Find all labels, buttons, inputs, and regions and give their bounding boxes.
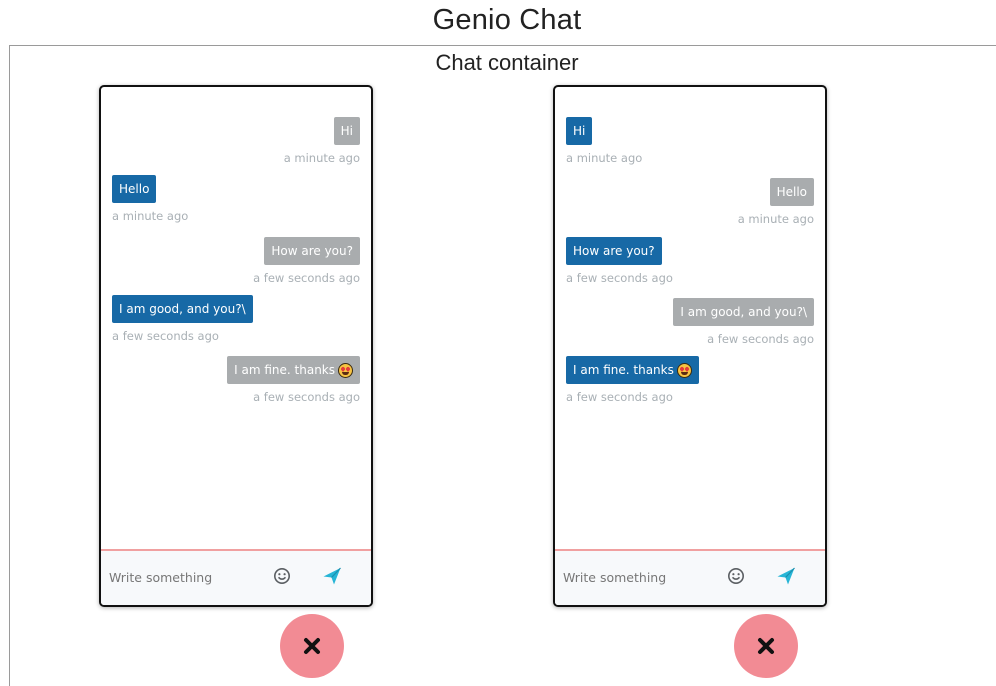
smile-icon[interactable]	[273, 567, 291, 585]
page-title: Genio Chat	[432, 4, 582, 36]
message-input[interactable]	[561, 565, 715, 589]
heart-eyes-emoji-icon	[676, 363, 692, 378]
message-bubble: Hello	[769, 178, 814, 206]
send-icon[interactable]	[776, 566, 796, 586]
message-item: I am fine. thanks a few seconds ago	[566, 356, 814, 404]
message-time: a minute ago	[566, 151, 643, 165]
container-title: Chat container	[435, 50, 579, 75]
message-bubble: How are you?	[264, 237, 360, 265]
message-bubble: I am fine. thanks	[227, 356, 360, 384]
message-time: a few seconds ago	[566, 271, 673, 285]
message-list[interactable]: Hi a minute ago Hello a minute ago How a…	[101, 87, 371, 550]
message-item: I am fine. thanks a few seconds ago	[112, 356, 360, 404]
message-time: a few seconds ago	[707, 332, 814, 346]
message-bubble: I am good, and you?\	[673, 298, 814, 326]
message-item: How are you? a few seconds ago	[112, 237, 360, 285]
message-time: a minute ago	[737, 212, 814, 226]
chat-window-right: Hi a minute ago Hello a minute ago How a…	[553, 85, 827, 607]
message-item: Hi a minute ago	[112, 117, 360, 165]
message-item: Hello a minute ago	[112, 175, 360, 223]
message-time: a few seconds ago	[253, 271, 360, 285]
message-time: a minute ago	[283, 151, 360, 165]
chat-window-left: Hi a minute ago Hello a minute ago How a…	[99, 85, 373, 607]
message-list[interactable]: Hi a minute ago Hello a minute ago How a…	[555, 87, 825, 550]
close-icon	[304, 638, 320, 654]
close-icon	[758, 638, 774, 654]
message-time: a minute ago	[112, 209, 189, 223]
message-item: Hi a minute ago	[566, 117, 814, 165]
message-composer	[101, 549, 371, 605]
message-bubble: Hello	[112, 175, 157, 203]
message-text: I am fine. thanks	[234, 363, 335, 377]
message-bubble: I am fine. thanks	[566, 356, 699, 384]
close-chat-button[interactable]	[280, 614, 344, 678]
message-text: I am fine. thanks	[573, 363, 674, 377]
message-item: How are you? a few seconds ago	[566, 237, 814, 285]
message-time: a few seconds ago	[566, 390, 673, 404]
smile-icon[interactable]	[727, 567, 745, 585]
message-input[interactable]	[107, 565, 261, 589]
close-chat-button[interactable]	[734, 614, 798, 678]
message-bubble: Hi	[333, 117, 360, 145]
heart-eyes-emoji-icon	[338, 363, 353, 378]
message-item: I am good, and you?\ a few seconds ago	[566, 298, 814, 346]
message-item: Hello a minute ago	[566, 178, 814, 226]
message-composer	[555, 549, 825, 605]
message-bubble: Hi	[566, 117, 593, 145]
message-time: a few seconds ago	[112, 329, 219, 343]
message-time: a few seconds ago	[253, 390, 360, 404]
message-item: I am good, and you?\ a few seconds ago	[112, 295, 360, 343]
message-bubble: How are you?	[566, 237, 662, 265]
message-bubble: I am good, and you?\	[112, 295, 253, 323]
send-icon[interactable]	[322, 566, 342, 586]
